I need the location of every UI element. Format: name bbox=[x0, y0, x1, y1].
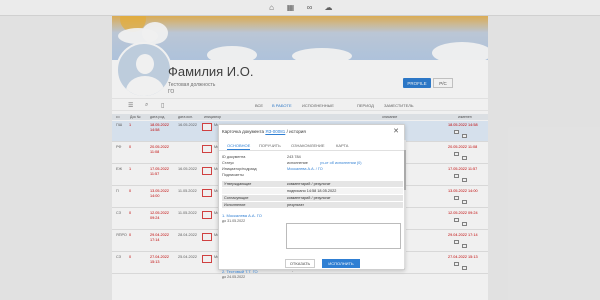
tab-acquaint[interactable]: ОЗНАКОМЛЕНИЕ bbox=[291, 143, 325, 148]
initiator-link[interactable]: Москалева А.А. / ГО bbox=[287, 167, 323, 171]
field-value: исполнение bbox=[287, 161, 308, 165]
executor-2-link[interactable]: 2. Тестовый Т.Т. ГО bbox=[222, 269, 258, 274]
modal-title: Карточка документа ЯЗ-00081 / история bbox=[222, 129, 306, 134]
modal-title-prefix: Карточка документа bbox=[222, 129, 265, 134]
approvers-header: Утверждающие комментарий / результат bbox=[222, 181, 403, 187]
row-value: подписано 14:58 18.05.2022 bbox=[287, 189, 337, 193]
row-label: Утверждающие bbox=[224, 182, 252, 186]
field-value: 243 784 bbox=[287, 155, 301, 159]
row-value: результат bbox=[287, 203, 305, 207]
tab-main[interactable]: ОСНОВНОЕ bbox=[227, 143, 251, 150]
executor-2-due: до 24.05.2022 bbox=[222, 275, 246, 279]
field-signers: Подписанты bbox=[222, 173, 403, 178]
history-link[interactable]: / история bbox=[287, 129, 306, 134]
tab-assign[interactable]: ПОРУЧИТЬ bbox=[259, 143, 281, 148]
modal-tabs: ОСНОВНОЕ ПОРУЧИТЬ ОЗНАКОМЛЕНИЕ КАРТА bbox=[219, 141, 406, 151]
document-link[interactable]: ЯЗ-00081 bbox=[265, 129, 285, 134]
execution-header: Исполнение результат bbox=[222, 202, 403, 208]
row-value: комментарий / результат bbox=[287, 182, 331, 186]
row-value: комментарий / результат bbox=[287, 196, 331, 200]
document-card-modal: Карточка документа ЯЗ-00081 / история ✕ … bbox=[218, 124, 406, 279]
modal-scrollbar[interactable] bbox=[404, 140, 406, 268]
refuse-button[interactable]: ОТКАЗАТЬ bbox=[285, 259, 315, 268]
executor-2-dash: - bbox=[292, 269, 294, 273]
close-icon[interactable]: ✕ bbox=[393, 127, 399, 135]
scrollbar-thumb[interactable] bbox=[404, 150, 406, 190]
field-label: ID документа bbox=[222, 155, 246, 159]
approver-result: подписано 14:58 18.05.2022 bbox=[222, 188, 403, 194]
agreers-header: Согласующие комментарий / результат bbox=[222, 195, 403, 201]
field-initiator: Инициатор/подразд Москалева А.А. / ГО bbox=[222, 167, 403, 172]
tab-map[interactable]: КАРТА bbox=[336, 143, 348, 148]
field-status: Статус исполнение уч-кт об исполнении (0… bbox=[222, 161, 403, 166]
field-label: Подписанты bbox=[222, 173, 244, 177]
execute-button[interactable]: ИСПОЛНИТЬ bbox=[322, 259, 360, 268]
executor-1-link[interactable]: 1. Москалева А.А. ГО bbox=[222, 213, 262, 218]
comment-textarea[interactable] bbox=[286, 223, 401, 249]
executor-1-due: до 31.05.2022 bbox=[222, 219, 246, 223]
row-label: Согласующие bbox=[224, 196, 249, 200]
field-doc-id: ID документа 243 784 bbox=[222, 155, 403, 160]
field-label: Статус bbox=[222, 161, 235, 165]
status-report-link[interactable]: уч-кт об исполнении (0) bbox=[320, 161, 362, 165]
field-label: Инициатор/подразд bbox=[222, 167, 257, 171]
row-label: Исполнение bbox=[224, 203, 246, 207]
